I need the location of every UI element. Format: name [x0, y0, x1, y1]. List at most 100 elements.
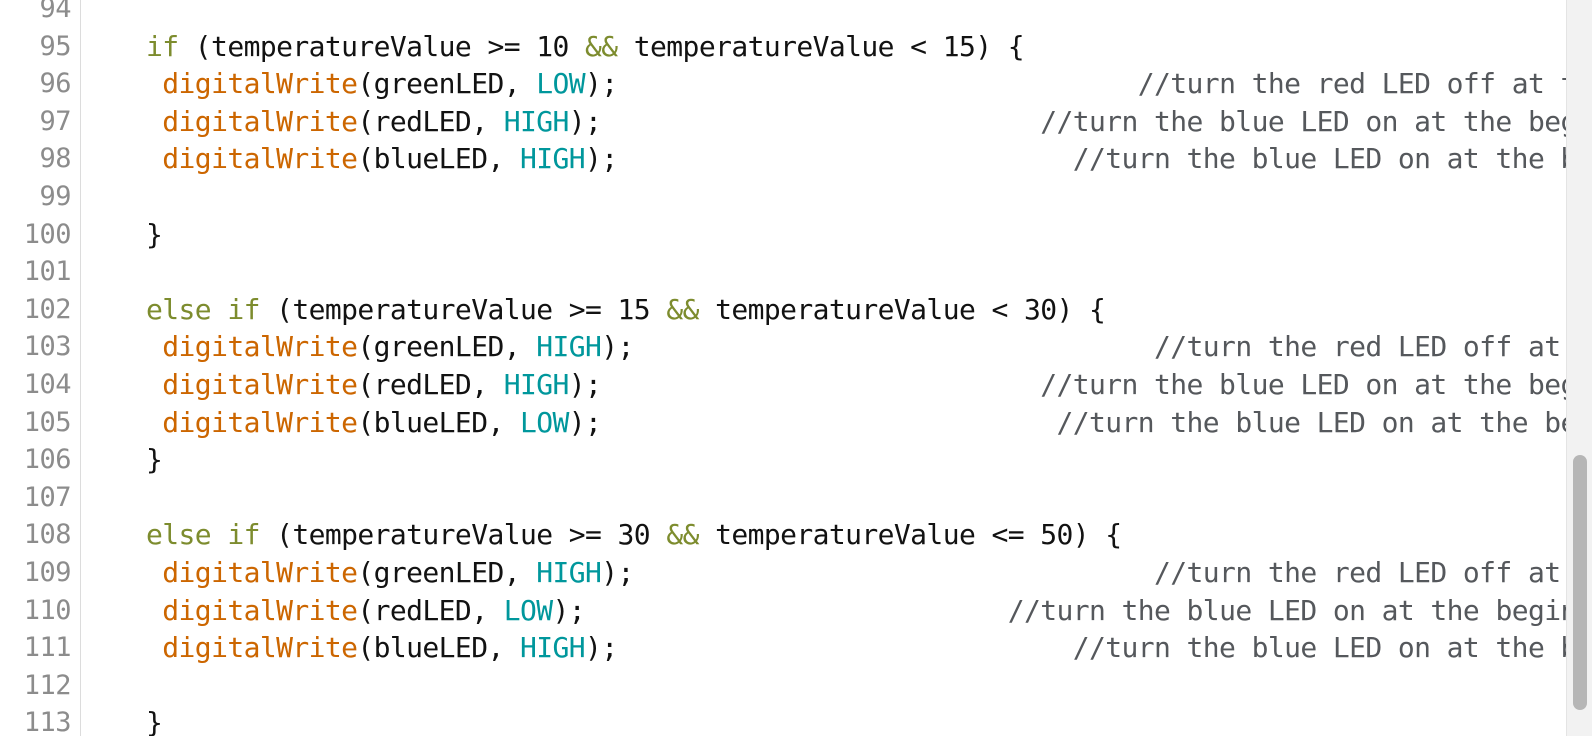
line-number: 97	[39, 105, 71, 137]
code-token-plain: <	[910, 29, 927, 63]
code-line[interactable]: digitalWrite(greenLED, HIGH); //turn the…	[81, 328, 1566, 366]
code-token-fn: digitalWrite	[162, 555, 358, 589]
code-token-const: HIGH	[503, 367, 570, 401]
code-token-fn: digitalWrite	[162, 405, 358, 439]
code-line[interactable]: }	[81, 704, 1566, 736]
code-token-plain: (greenLED,	[357, 330, 537, 364]
code-line[interactable]: digitalWrite(greenLED, HIGH); //turn the…	[81, 554, 1566, 592]
code-line[interactable]: digitalWrite(redLED, HIGH); //turn the b…	[81, 103, 1566, 141]
code-line[interactable]: digitalWrite(blueLED, LOW); //turn the b…	[81, 404, 1566, 442]
code-token-num: 15	[617, 292, 651, 326]
code-token-plain: ) {	[1072, 518, 1122, 552]
code-token-plain: ) {	[975, 29, 1024, 63]
code-token-plain: >=	[568, 292, 602, 326]
code-line[interactable]: else if (temperatureValue >= 30 && tempe…	[81, 516, 1566, 554]
code-line[interactable]	[81, 667, 1566, 705]
code-line[interactable]: else if (temperatureValue >= 15 && tempe…	[81, 291, 1566, 329]
code-line[interactable]: }	[81, 216, 1566, 254]
line-number: 103	[23, 331, 72, 363]
code-token-fn: digitalWrite	[162, 631, 358, 665]
line-number: 104	[23, 368, 72, 400]
code-token-plain: );	[601, 555, 634, 589]
code-token-fn: digitalWrite	[162, 104, 358, 138]
code-token-plain: (blueLED,	[357, 631, 520, 665]
code-content[interactable]: if (temperatureValue >= 10 && temperatur…	[81, 0, 1566, 736]
code-token-plain: (greenLED,	[357, 67, 537, 101]
code-line[interactable]: digitalWrite(blueLED, HIGH); //turn the …	[81, 140, 1566, 178]
line-number: 100	[23, 218, 72, 250]
code-token-op: &&	[666, 518, 699, 552]
code-token-kw: else if	[146, 518, 260, 552]
code-token-kw: else if	[146, 292, 260, 326]
code-token-plain: (temperatureValue	[178, 29, 488, 63]
line-number: 102	[23, 293, 72, 325]
code-token-plain: );	[585, 142, 618, 176]
line-number: 111	[23, 632, 72, 664]
line-number: 101	[23, 256, 72, 288]
line-number: 94	[39, 0, 71, 24]
code-token-plain: (redLED,	[357, 104, 504, 138]
code-token-plain: <	[991, 292, 1008, 326]
code-token-plain: <=	[991, 518, 1024, 552]
code-token-comment: //turn the red LED off at the beginning	[1154, 555, 1561, 589]
code-token-op: &&	[666, 292, 699, 326]
code-line[interactable]: digitalWrite(greenLED, LOW); //turn the …	[81, 65, 1566, 103]
code-token-plain: );	[585, 631, 618, 665]
code-line[interactable]: if (temperatureValue >= 10 && temperatur…	[81, 28, 1566, 66]
code-token-plain: temperatureValue	[617, 29, 911, 63]
code-token-comment: //turn the blue LED on at the beginning	[1072, 631, 1566, 665]
code-token-plain: (temperatureValue	[259, 292, 569, 326]
code-token-plain: }	[81, 217, 163, 251]
code-token-plain: );	[568, 405, 602, 439]
line-number: 107	[23, 481, 72, 513]
vertical-scrollbar-thumb[interactable]	[1573, 455, 1587, 710]
code-token-comment: //turn the blue LED on at the beginning	[1056, 405, 1566, 439]
code-viewport[interactable]: if (temperatureValue >= 10 && temperatur…	[81, 0, 1566, 736]
code-line[interactable]	[81, 178, 1566, 216]
code-token-plain: }	[81, 443, 163, 477]
line-number: 110	[23, 594, 72, 626]
line-number-gutter: 94 95 96 97 98 99 100 101 102 103 104 105 106 107 108 1…	[0, 0, 81, 736]
code-line[interactable]: }	[81, 441, 1566, 479]
code-token-plain: (blueLED,	[357, 142, 520, 176]
code-token-fn: digitalWrite	[162, 367, 358, 401]
code-token-plain: (redLED,	[357, 367, 504, 401]
code-token-plain: }	[81, 706, 163, 736]
code-token-const: HIGH	[519, 142, 586, 176]
code-token-const: LOW	[519, 405, 569, 439]
code-line[interactable]: digitalWrite(blueLED, HIGH); //turn the …	[81, 629, 1566, 667]
code-token-const: HIGH	[536, 555, 602, 589]
code-line[interactable]	[81, 253, 1566, 291]
code-token-comment: //turn the blue LED on at the beginning	[1007, 593, 1566, 627]
code-token-op: &&	[585, 29, 618, 63]
code-token-plain: >=	[568, 518, 602, 552]
code-line[interactable]	[81, 479, 1566, 517]
code-token-plain: temperatureValue	[698, 518, 992, 552]
line-number-list: 94 95 96 97 98 99 100 101 102 103 104 105 106 107 108 1…	[0, 0, 81, 736]
code-token-plain: (blueLED,	[357, 405, 520, 439]
code-editor: 94 95 96 97 98 99 100 101 102 103 104 105 106 107 108 1…	[0, 0, 1592, 736]
code-token-num: 30	[617, 518, 651, 552]
vertical-scrollbar[interactable]	[1566, 0, 1592, 736]
code-token-plain: );	[568, 104, 602, 138]
code-line[interactable]: digitalWrite(redLED, HIGH); //turn the b…	[81, 366, 1566, 404]
code-line[interactable]: digitalWrite(redLED, LOW); //turn the bl…	[81, 592, 1566, 630]
code-token-num: 10	[536, 29, 569, 63]
code-line[interactable]	[81, 0, 1566, 28]
